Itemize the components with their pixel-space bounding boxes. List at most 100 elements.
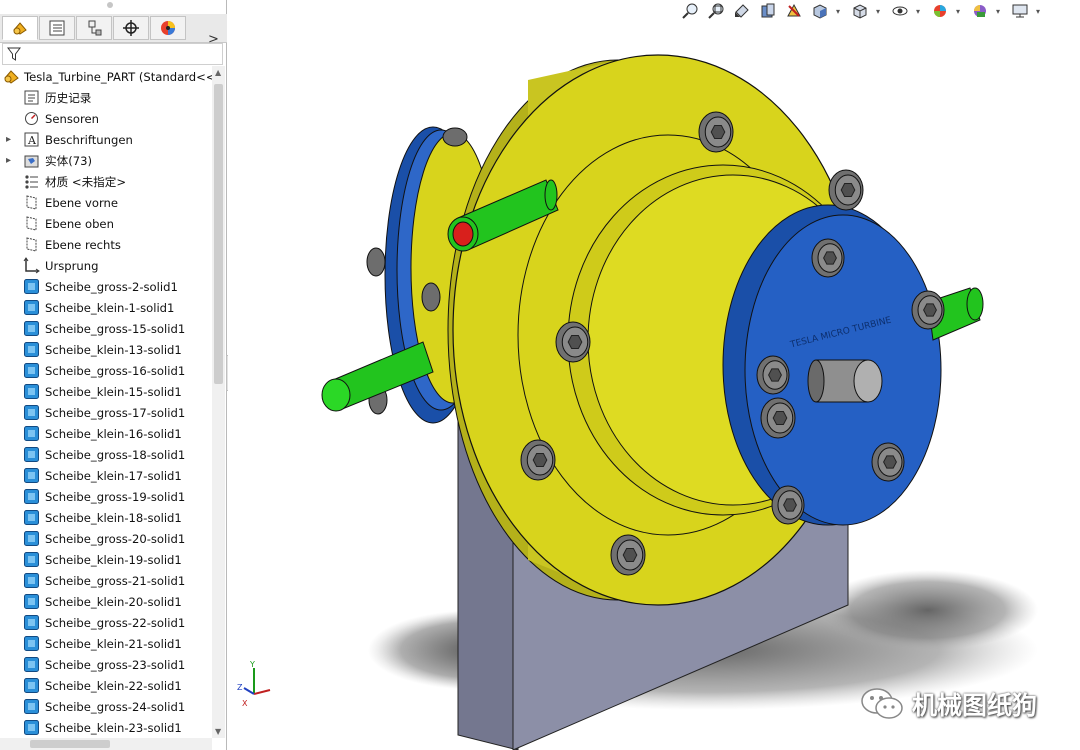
tree-item[interactable]: Ebene rechts — [0, 234, 212, 255]
expand-arrow-icon[interactable]: ▸ — [6, 134, 14, 145]
edit-appearance-dropdown[interactable]: ▾ — [956, 7, 964, 16]
tree-item[interactable]: Scheibe_klein-15-solid1 — [0, 381, 212, 402]
zoom-to-area-button[interactable] — [706, 1, 726, 21]
tree-item[interactable]: Scheibe_klein-16-solid1 — [0, 423, 212, 444]
imported-solid-icon — [24, 699, 39, 714]
tree-item[interactable]: 历史记录 — [0, 87, 212, 108]
hex-socket — [923, 303, 937, 317]
tree-item[interactable]: 材质 <未指定> — [0, 171, 212, 192]
tree-item[interactable]: Scheibe_klein-23-solid1 — [0, 717, 212, 738]
imported-solid-icon — [24, 426, 39, 441]
hex-socket — [783, 498, 797, 512]
tree-item-label: 历史记录 — [45, 90, 92, 105]
tab-configuration-manager[interactable] — [76, 16, 112, 40]
tree-item[interactable]: Scheibe_gross-15-solid1 — [0, 318, 212, 339]
display-style-dropdown[interactable]: ▾ — [876, 7, 884, 16]
tree-item[interactable]: Scheibe_gross-20-solid1 — [0, 528, 212, 549]
tree-item[interactable]: Scheibe_gross-16-solid1 — [0, 360, 212, 381]
previous-view-icon — [735, 4, 749, 18]
tree-item[interactable]: Scheibe_klein-13-solid1 — [0, 339, 212, 360]
hex-socket — [840, 183, 856, 197]
apply-scene-button[interactable] — [970, 1, 990, 21]
tree-item[interactable]: Scheibe_gross-23-solid1 — [0, 654, 212, 675]
tree-item[interactable]: Ursprung — [0, 255, 212, 276]
tree-item[interactable]: Scheibe_klein-18-solid1 — [0, 507, 212, 528]
tree-item[interactable]: Scheibe_gross-22-solid1 — [0, 612, 212, 633]
edit-appearance-button[interactable] — [930, 1, 950, 21]
plane-icon — [26, 216, 37, 231]
section-view-button[interactable] — [758, 1, 778, 21]
property-list-icon — [49, 20, 65, 36]
expand-arrow-icon[interactable]: ▸ — [6, 155, 14, 166]
hide-show-items-button[interactable] — [890, 1, 910, 21]
tree-item[interactable]: Scheibe_klein-22-solid1 — [0, 675, 212, 696]
model-canvas: TESLA MICRO TURBINE — [228, 0, 1080, 750]
tree-item-label: Scheibe_gross-18-solid1 — [45, 447, 186, 462]
imported-solid-icon — [24, 279, 39, 294]
imported-solid-icon — [24, 573, 39, 588]
view-orientation-dropdown[interactable]: ▾ — [836, 7, 844, 16]
tree-item-label: Scheibe_klein-13-solid1 — [45, 342, 182, 357]
tab-property-manager[interactable] — [39, 16, 75, 40]
tree-item[interactable]: Ebene oben — [0, 213, 212, 234]
tree-item[interactable]: ▸ A Beschriftungen — [0, 129, 212, 150]
panel-grip[interactable] — [107, 2, 113, 8]
tree-item[interactable]: Scheibe_gross-2-solid1 — [0, 276, 212, 297]
tree-item-label: Scheibe_klein-15-solid1 — [45, 384, 182, 399]
solid-bodies-folder-icon — [24, 155, 39, 168]
scroll-up-arrow[interactable]: ▲ — [215, 68, 221, 77]
shaft-hub[interactable] — [807, 359, 883, 403]
tab-feature-manager[interactable] — [2, 16, 38, 40]
horizontal-scrollbar-thumb[interactable] — [30, 740, 110, 748]
tree-item[interactable]: Scheibe_gross-17-solid1 — [0, 402, 212, 423]
tree-horizontal-scrollbar[interactable] — [0, 738, 212, 750]
tree-item[interactable]: Scheibe_gross-24-solid1 — [0, 696, 212, 717]
feature-manager-panel: > Tesla_Turbine_PART (Standard<< 历史记录 Sen… — [0, 0, 227, 750]
display-style-button[interactable] — [850, 1, 870, 21]
hide-show-dropdown[interactable]: ▾ — [916, 7, 924, 16]
tree-item[interactable]: Scheibe_klein-19-solid1 — [0, 549, 212, 570]
edit-appearance-icon — [934, 5, 946, 17]
tab-display-manager[interactable] — [150, 16, 186, 40]
feature-tree: Tesla_Turbine_PART (Standard<< 历史记录 Senso… — [0, 66, 212, 738]
tree-item-label: Scheibe_klein-1-solid1 — [45, 300, 175, 315]
apply-scene-dropdown[interactable]: ▾ — [996, 7, 1004, 16]
scrollbar-thumb[interactable] — [214, 84, 223, 384]
dynamic-annotation-button[interactable] — [784, 1, 804, 21]
zoom-to-fit-button[interactable] — [680, 1, 700, 21]
tree-item-label: Scheibe_gross-19-solid1 — [45, 489, 186, 504]
imported-solid-icon — [24, 720, 39, 735]
previous-view-button[interactable] — [732, 1, 752, 21]
apply-scene-icon — [974, 5, 986, 17]
tree-item[interactable]: Ebene vorne — [0, 192, 212, 213]
sensor-icon — [25, 112, 38, 125]
graphics-area[interactable]: TESLA MICRO TURBINE ▾ ▾ ▾ ▾ ▾ ▾ — [228, 0, 1080, 750]
view-settings-button[interactable] — [1010, 1, 1030, 21]
tree-vertical-scrollbar[interactable]: ▲ ▼ — [212, 66, 225, 738]
imported-solid-icon — [24, 384, 39, 399]
tree-item-label: Ursprung — [45, 258, 99, 273]
tree-root-part[interactable]: Tesla_Turbine_PART (Standard<< — [0, 66, 212, 87]
scroll-down-arrow[interactable]: ▼ — [215, 727, 221, 736]
view-orientation-icon — [813, 4, 827, 19]
view-orientation-button[interactable] — [810, 1, 830, 21]
tree-filter-input[interactable] — [2, 43, 223, 65]
tree-item[interactable]: Scheibe_gross-18-solid1 — [0, 444, 212, 465]
tree-item[interactable]: Scheibe_klein-1-solid1 — [0, 297, 212, 318]
tree-item[interactable]: Scheibe_klein-21-solid1 — [0, 633, 212, 654]
tree-item[interactable]: Scheibe_gross-19-solid1 — [0, 486, 212, 507]
imported-solid-icon — [24, 531, 39, 546]
tab-dimxpert-manager[interactable] — [113, 16, 149, 40]
zoom-to-area-icon — [708, 3, 724, 19]
view-settings-dropdown[interactable]: ▾ — [1036, 7, 1044, 16]
imported-solid-icon — [24, 552, 39, 567]
imported-solid-icon — [24, 594, 39, 609]
tree-item[interactable]: ▸ 实体(73) — [0, 150, 212, 171]
configuration-icon — [88, 20, 102, 36]
tree-item-label: Scheibe_gross-15-solid1 — [45, 321, 186, 336]
tree-item[interactable]: Sensoren — [0, 108, 212, 129]
tree-item[interactable]: Scheibe_klein-20-solid1 — [0, 591, 212, 612]
tree-item[interactable]: Scheibe_gross-21-solid1 — [0, 570, 212, 591]
tree-item[interactable]: Scheibe_klein-17-solid1 — [0, 465, 212, 486]
reference-triad: Y Z X — [237, 660, 271, 708]
